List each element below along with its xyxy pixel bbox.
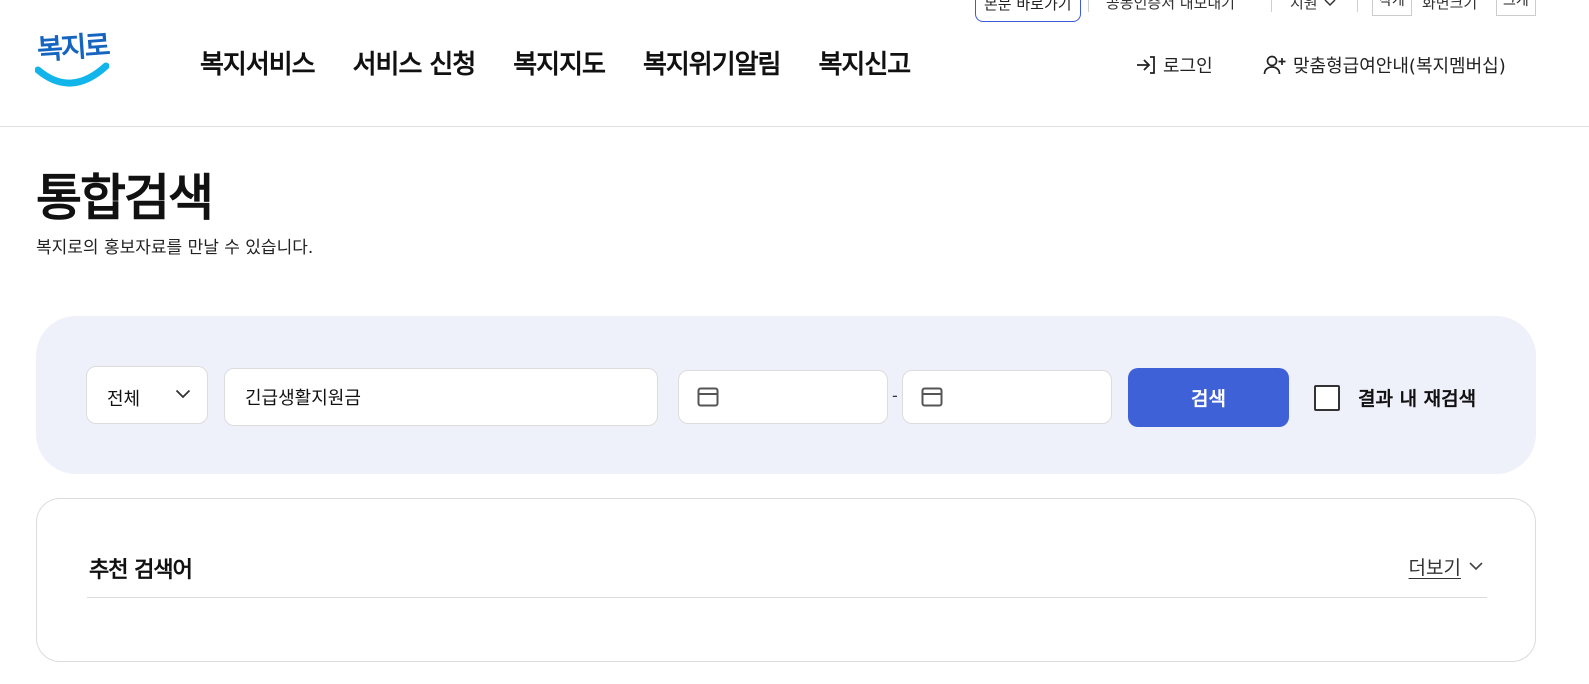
login-label: 로그인 bbox=[1163, 56, 1213, 77]
nav-welfare-service[interactable]: 복지서비스 bbox=[200, 44, 316, 81]
search-keyword-input[interactable] bbox=[224, 368, 658, 426]
start-date-field[interactable] bbox=[678, 370, 888, 424]
research-within-results[interactable]: 결과 내 재검색 bbox=[1314, 384, 1476, 411]
date-range-separator: - bbox=[892, 386, 898, 405]
login-icon bbox=[1137, 56, 1155, 74]
nav-welfare-report[interactable]: 복지신고 bbox=[818, 44, 911, 81]
search-button[interactable]: 검색 bbox=[1128, 368, 1289, 427]
nav-welfare-crisis-alert[interactable]: 복지위기알림 bbox=[643, 44, 782, 81]
divider bbox=[87, 597, 1487, 598]
chevron-down-icon bbox=[175, 389, 191, 399]
nav-service-apply[interactable]: 서비스 신청 bbox=[353, 44, 477, 81]
search-panel: 전체 - 검색 결과 내 재검색 bbox=[36, 316, 1536, 474]
membership-label: 맞춤형급여안내(복지멤버십) bbox=[1293, 56, 1506, 77]
main-navigation: 복지서비스 서비스 신청 복지지도 복지위기알림 복지신고 bbox=[200, 44, 948, 81]
recommended-keywords-title: 추천 검색어 bbox=[89, 558, 193, 583]
research-checkbox[interactable] bbox=[1314, 384, 1340, 411]
membership-link[interactable]: 맞춤형급여안내(복지멤버십) bbox=[1263, 52, 1506, 78]
end-date-field[interactable] bbox=[902, 370, 1112, 424]
more-label: 더보기 bbox=[1408, 557, 1461, 579]
chevron-down-icon bbox=[1469, 562, 1483, 571]
category-selected-value: 전체 bbox=[107, 389, 141, 410]
recommended-keywords-card: 추천 검색어 더보기 bbox=[36, 498, 1536, 662]
user-add-icon bbox=[1263, 55, 1286, 75]
bokjiro-logo[interactable]: 복지로 bbox=[35, 26, 113, 92]
more-button[interactable]: 더보기 bbox=[1409, 553, 1483, 580]
calendar-icon bbox=[921, 387, 943, 407]
category-select[interactable]: 전체 bbox=[86, 366, 208, 424]
calendar-icon bbox=[697, 387, 719, 407]
page-title: 통합검색 bbox=[36, 169, 214, 227]
nav-welfare-map[interactable]: 복지지도 bbox=[513, 44, 606, 81]
logo-smile-icon bbox=[35, 62, 109, 87]
site-header: 복지로 복지서비스 서비스 신청 복지지도 복지위기알림 복지신고 로그인 맞춤… bbox=[0, 0, 1589, 127]
research-label: 결과 내 재검색 bbox=[1358, 388, 1477, 410]
page-description: 복지로의 홍보자료를 만날 수 있습니다. bbox=[36, 238, 314, 258]
login-link[interactable]: 로그인 bbox=[1135, 52, 1213, 78]
